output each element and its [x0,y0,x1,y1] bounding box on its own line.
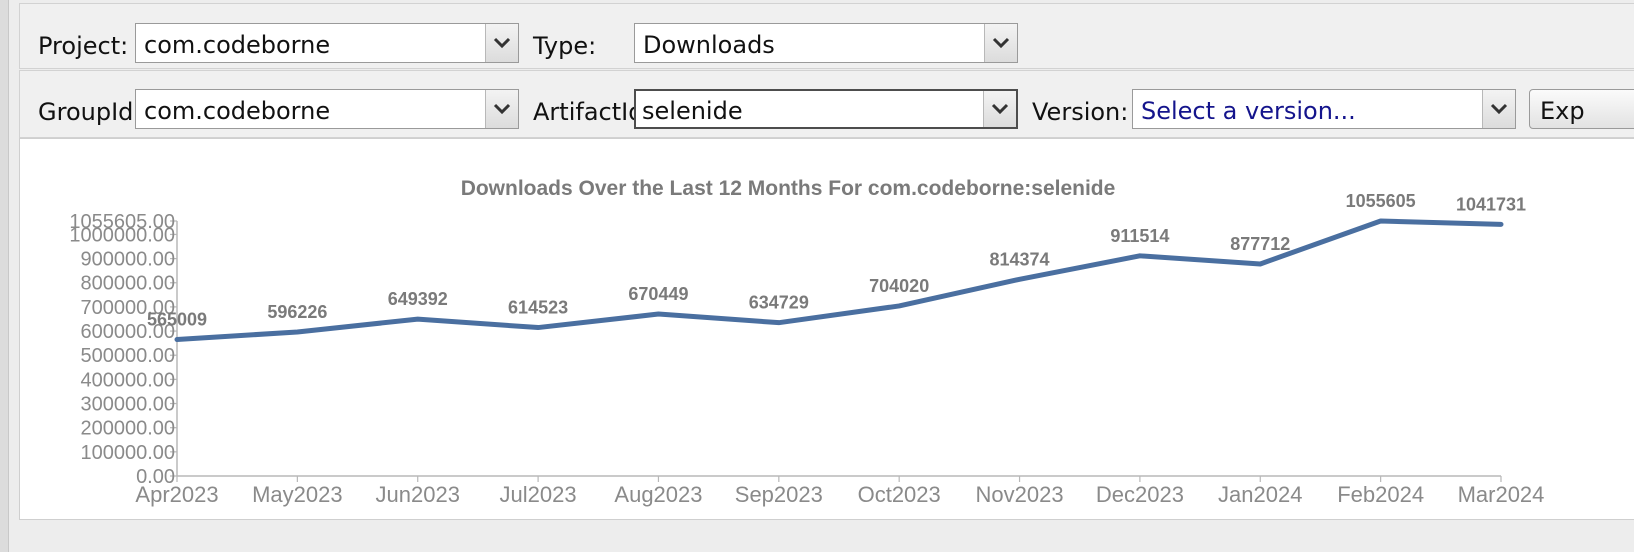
chart-title: Downloads Over the Last 12 Months For co… [461,177,1116,200]
type-label: Type: [533,32,597,60]
data-point [537,326,540,329]
x-tick-label: Nov2023 [976,482,1064,507]
x-tick-label: Feb2024 [1337,482,1424,507]
data-label: 877712 [1230,234,1290,254]
project-select[interactable]: com.codeborne [135,23,519,63]
data-label: 670449 [628,284,688,304]
data-point [1018,278,1021,281]
version-placeholder: Select a version... [1141,97,1356,125]
window-left-edge [0,0,9,552]
chart-axes [176,221,1501,477]
data-point [1500,223,1502,226]
x-tick-label: Jul2023 [500,482,577,507]
status-strip [19,520,1634,552]
y-tick-label: 400000.00 [80,369,175,391]
data-point [777,321,780,324]
chevron-down-icon[interactable] [485,90,518,128]
x-tick-label: Aug2023 [614,482,702,507]
project-label: Project: [38,32,129,60]
data-point [1259,262,1262,265]
downloads-chart-panel: Downloads Over the Last 12 Months For co… [19,138,1634,520]
data-label: 814374 [990,249,1050,269]
y-tick-label: 800000.00 [80,273,175,295]
data-label: 1041731 [1456,194,1526,214]
artifact-toolbar: GroupId: com.codeborne ArtifactId: selen… [19,70,1634,138]
artifactid-input[interactable]: selenide [634,89,1018,129]
type-value: Downloads [643,31,775,59]
y-tick-label: 500000.00 [80,345,175,367]
x-tick-label: Oct2023 [858,482,941,507]
data-label: 1055605 [1346,191,1416,211]
data-label: 634729 [749,293,809,313]
x-tick-label: Mar2024 [1458,482,1545,507]
y-tick-label: 900000.00 [80,249,175,271]
type-select[interactable]: Downloads [634,23,1018,63]
data-label: 649392 [388,289,448,309]
data-point [1379,220,1382,222]
artifactid-value: selenide [642,97,743,125]
downloads-series-line [174,218,1504,343]
data-point [416,318,419,321]
project-type-toolbar: Project: com.codeborne Type: Downloads [19,3,1634,69]
data-labels: 565009 596226 649392 614523 670449 634729 7040… [147,191,1526,330]
data-label: 614523 [508,298,568,318]
groupid-select[interactable]: com.codeborne [135,89,519,129]
y-tick-label: 1055605.00 [69,211,175,233]
x-tick-label: Jan2024 [1218,482,1302,507]
x-tick-label: Jun2023 [376,482,460,507]
chevron-down-icon[interactable] [1482,90,1515,128]
data-label: 596226 [267,302,327,322]
chevron-down-icon[interactable] [983,91,1016,127]
chevron-down-icon[interactable] [485,24,518,62]
project-value: com.codeborne [144,31,331,59]
data-point [657,313,660,316]
data-label: 911514 [1110,226,1169,246]
export-button-label: Exp [1540,97,1585,125]
x-tick-label: Dec2023 [1096,482,1184,507]
version-select[interactable]: Select a version... [1132,89,1516,129]
data-point [1138,254,1141,257]
data-label: 565009 [147,310,207,330]
x-axis-ticks: Apr2023 May2023 Jun2023 Jul2023 Aug2023 Sep20… [135,476,1544,507]
groupid-value: com.codeborne [144,97,331,125]
data-label: 704020 [869,276,929,296]
x-tick-label: Sep2023 [735,482,823,507]
data-point [176,338,178,341]
groupid-label: GroupId: [38,98,142,126]
version-label: Version: [1032,98,1129,126]
chevron-down-icon[interactable] [984,24,1017,62]
y-tick-label: 100000.00 [80,442,175,464]
y-tick-label: 200000.00 [80,418,175,440]
x-tick-label: May2023 [252,482,343,507]
x-tick-label: Apr2023 [135,482,218,507]
data-point [898,304,901,307]
export-button[interactable]: Exp [1529,89,1634,129]
chart-series [174,218,1504,343]
data-point [296,330,299,333]
downloads-line-chart: Downloads Over the Last 12 Months For co… [69,177,1544,507]
y-axis-ticks: 0.00100000.00200000.00300000.00400000.00… [69,211,177,488]
y-tick-label: 300000.00 [80,394,175,416]
